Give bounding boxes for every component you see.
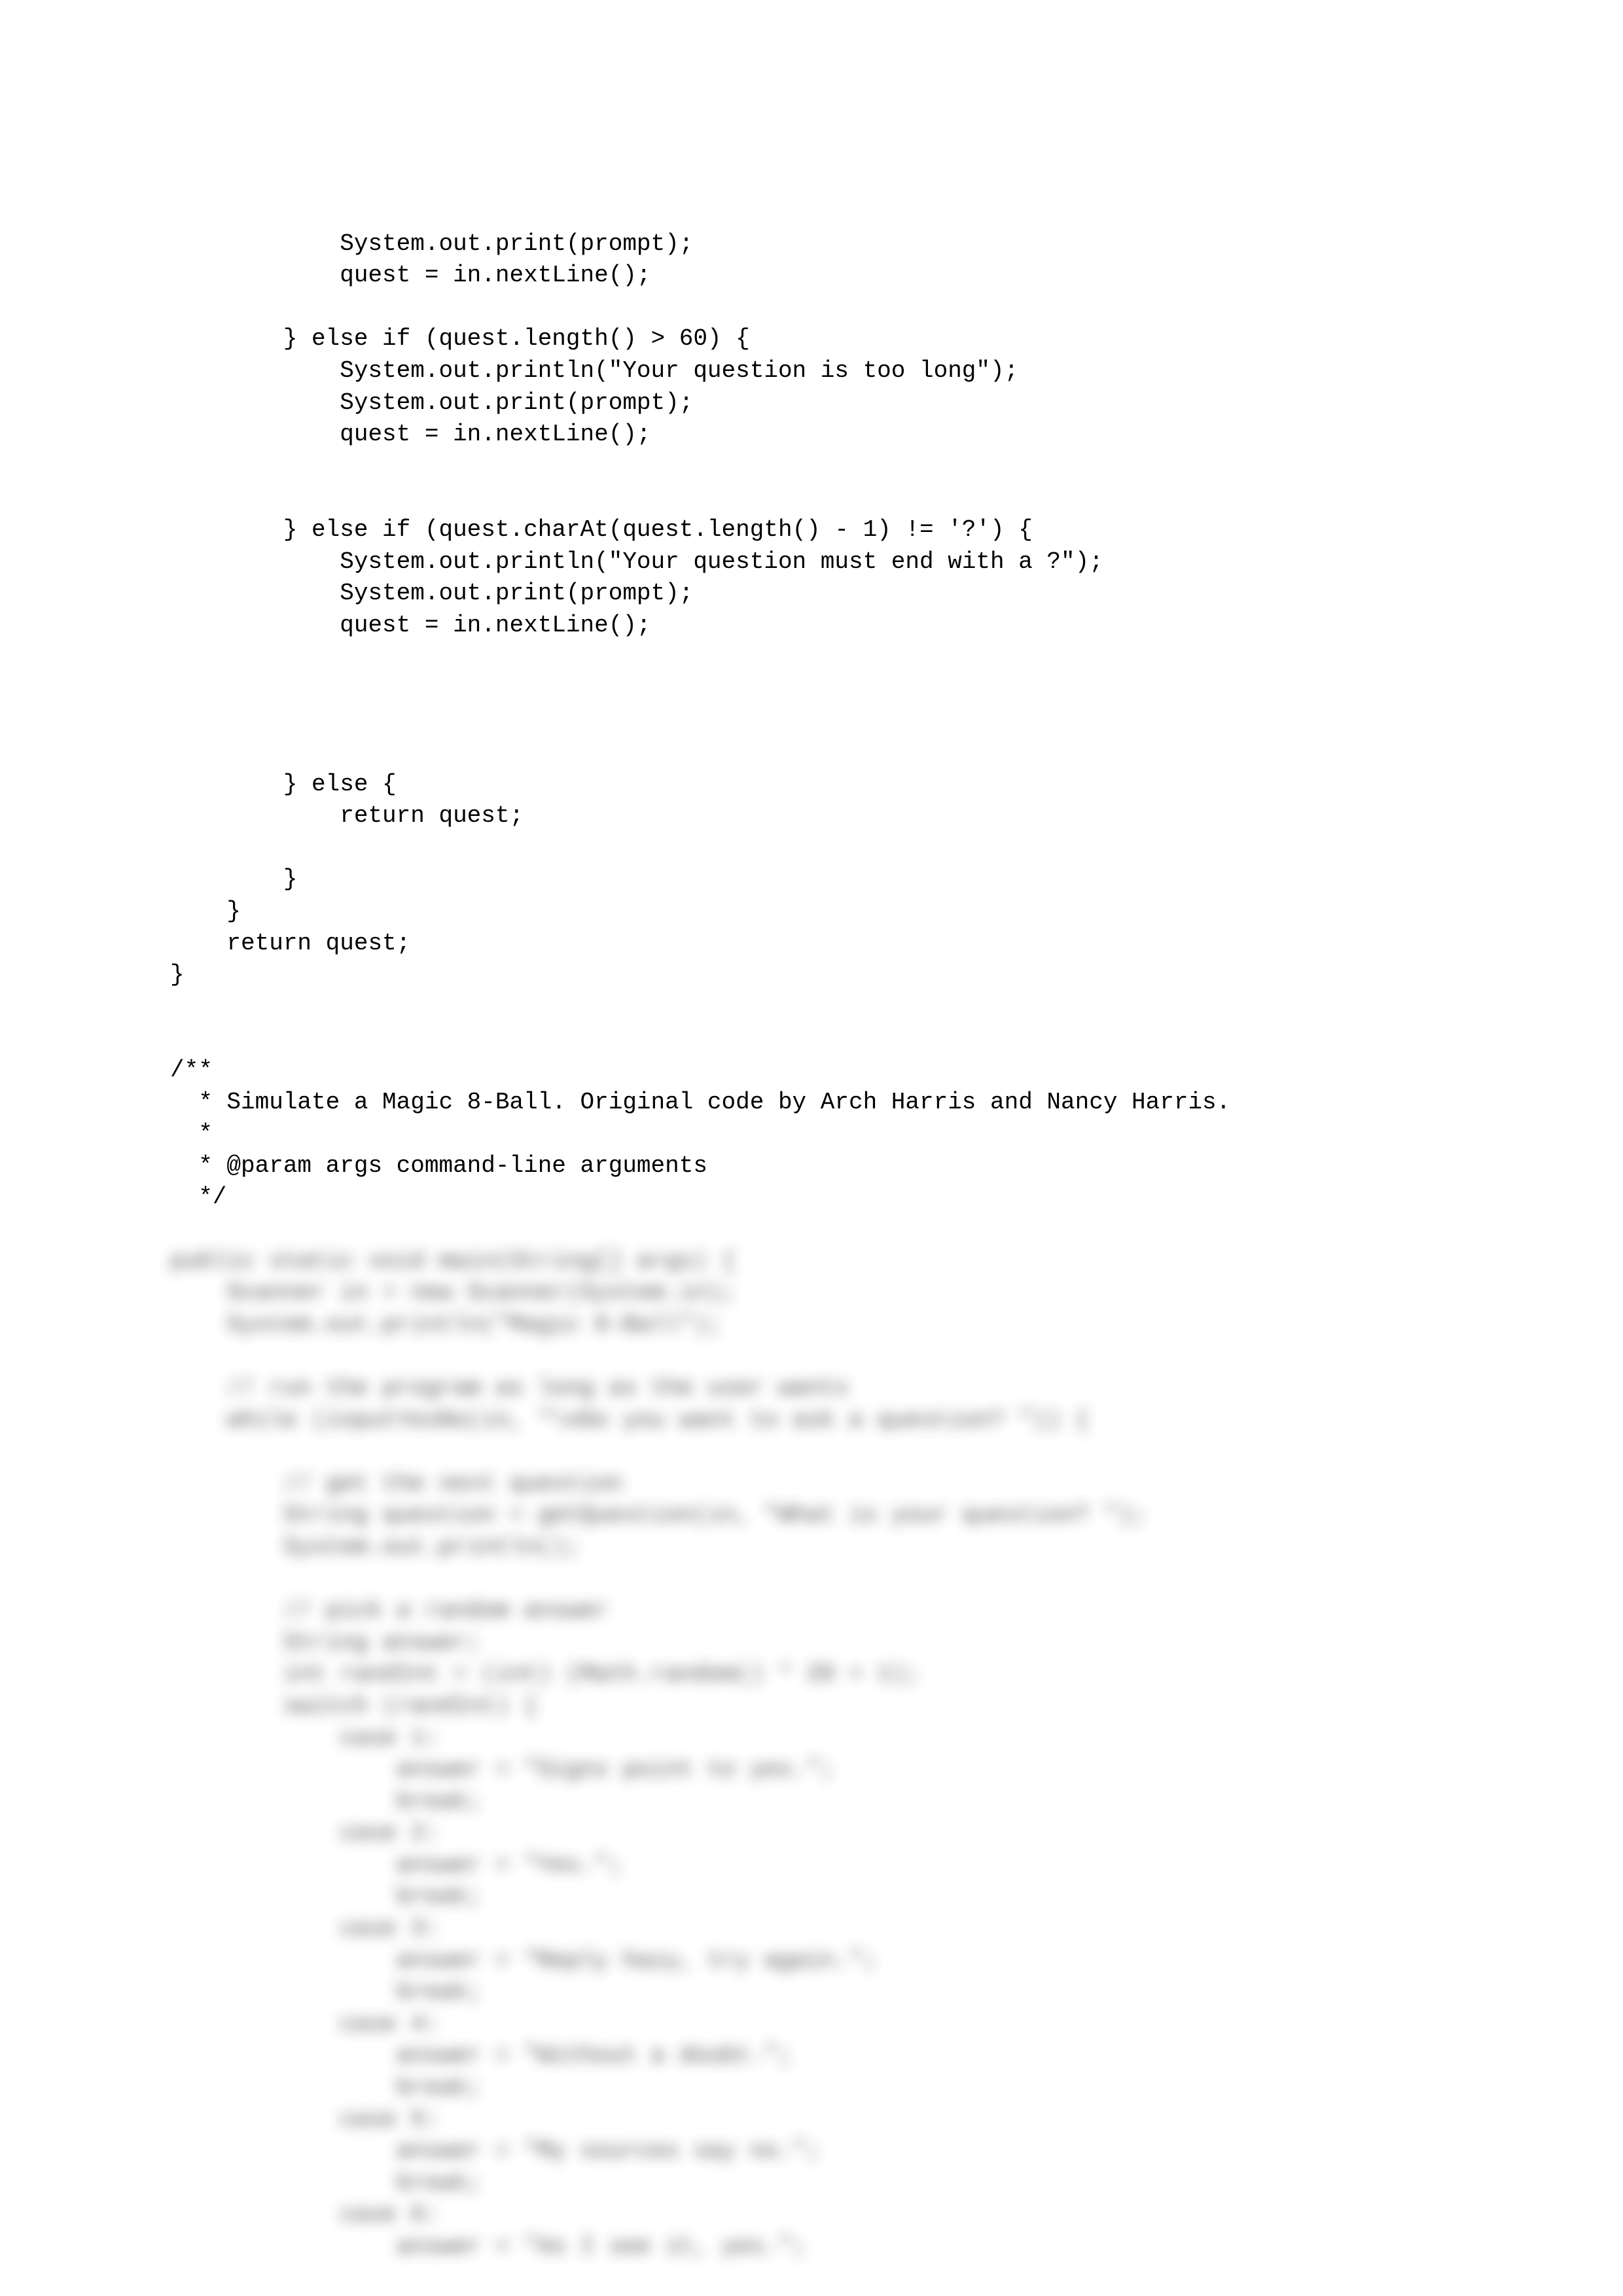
code-line: } xyxy=(170,898,241,925)
code-line: System.out.println("Your question is too… xyxy=(170,357,1018,384)
code-line: quest = in.nextLine(); xyxy=(170,612,651,639)
code-line: } xyxy=(170,866,297,892)
code-line: } else if (quest.length() > 60) { xyxy=(170,325,750,352)
blurred-line: break; xyxy=(170,2074,481,2101)
blurred-line: answer = "Signs point to yes."; xyxy=(170,1756,834,1783)
code-line: quest = in.nextLine(); xyxy=(170,262,651,289)
code-line: System.out.println("Your question must e… xyxy=(170,548,1103,575)
blurred-line: case 3: xyxy=(170,1915,438,1942)
blurred-line: switch (randInt) { xyxy=(170,1693,538,1720)
blurred-line: // pick a random answer xyxy=(170,1597,609,1624)
blurred-line: break; xyxy=(170,1883,481,1910)
blurred-line: System.out.println(); xyxy=(170,1534,580,1561)
blurred-line: case 5: xyxy=(170,2106,438,2133)
code-line: System.out.print(prompt); xyxy=(170,580,693,607)
code-line: return quest; xyxy=(170,802,524,829)
blurred-line: while (inputYesNo(in, "\nDo you want to … xyxy=(170,1407,1089,1434)
blurred-line: case 1: xyxy=(170,1725,438,1752)
blurred-line: String answer; xyxy=(170,1629,481,1656)
blurred-line: break; xyxy=(170,1979,481,2005)
code-line: */ xyxy=(170,1184,226,1210)
blurred-line: // run the program as long as the user w… xyxy=(170,1375,849,1402)
blurred-line: case 4: xyxy=(170,2011,438,2038)
blurred-line: answer = "Reply hazy, try again."; xyxy=(170,1947,877,1974)
code-line: /** xyxy=(170,1057,213,1084)
code-line: } xyxy=(170,961,185,988)
code-line: return quest; xyxy=(170,930,410,957)
blurred-line: public static void main(String[] args) { xyxy=(170,1248,736,1275)
code-line: * xyxy=(170,1120,213,1147)
blurred-line: // get the next question xyxy=(170,1470,622,1497)
blurred-line: break; xyxy=(170,1788,481,1815)
code-line: * @param args command-line arguments xyxy=(170,1152,707,1179)
code-block-blurred: public static void main(String[] args) {… xyxy=(170,1214,1453,2263)
blurred-line: case 6: xyxy=(170,2201,438,2228)
code-line: } else { xyxy=(170,771,397,798)
blurred-line: System.out.println("Magic 8-Ball"); xyxy=(170,1311,722,1338)
code-line: * Simulate a Magic 8-Ball. Original code… xyxy=(170,1089,1230,1116)
blurred-line: Scanner in = new Scanner(System.in); xyxy=(170,1279,736,1306)
blurred-line: break; xyxy=(170,2170,481,2197)
blurred-line: answer = "Without a doubt."; xyxy=(170,2042,793,2069)
blurred-line: String question = getQuestion(in, "What … xyxy=(170,1502,1146,1528)
code-line: quest = in.nextLine(); xyxy=(170,421,651,448)
code-line: System.out.print(prompt); xyxy=(170,230,693,257)
code-line: System.out.print(prompt); xyxy=(170,389,693,416)
code-block-clear: System.out.print(prompt); quest = in.nex… xyxy=(170,196,1453,1214)
blurred-line: case 2: xyxy=(170,1820,438,1846)
blurred-line: int randInt = (int) (Math.random() * 20 … xyxy=(170,1661,919,1687)
blurred-line: answer = "Yes."; xyxy=(170,1852,622,1879)
code-line: } else if (quest.charAt(quest.length() -… xyxy=(170,516,1033,543)
blurred-line: answer = "My sources say no."; xyxy=(170,2138,821,2164)
blurred-line: answer = "As I see it, yes."; xyxy=(170,2233,806,2260)
